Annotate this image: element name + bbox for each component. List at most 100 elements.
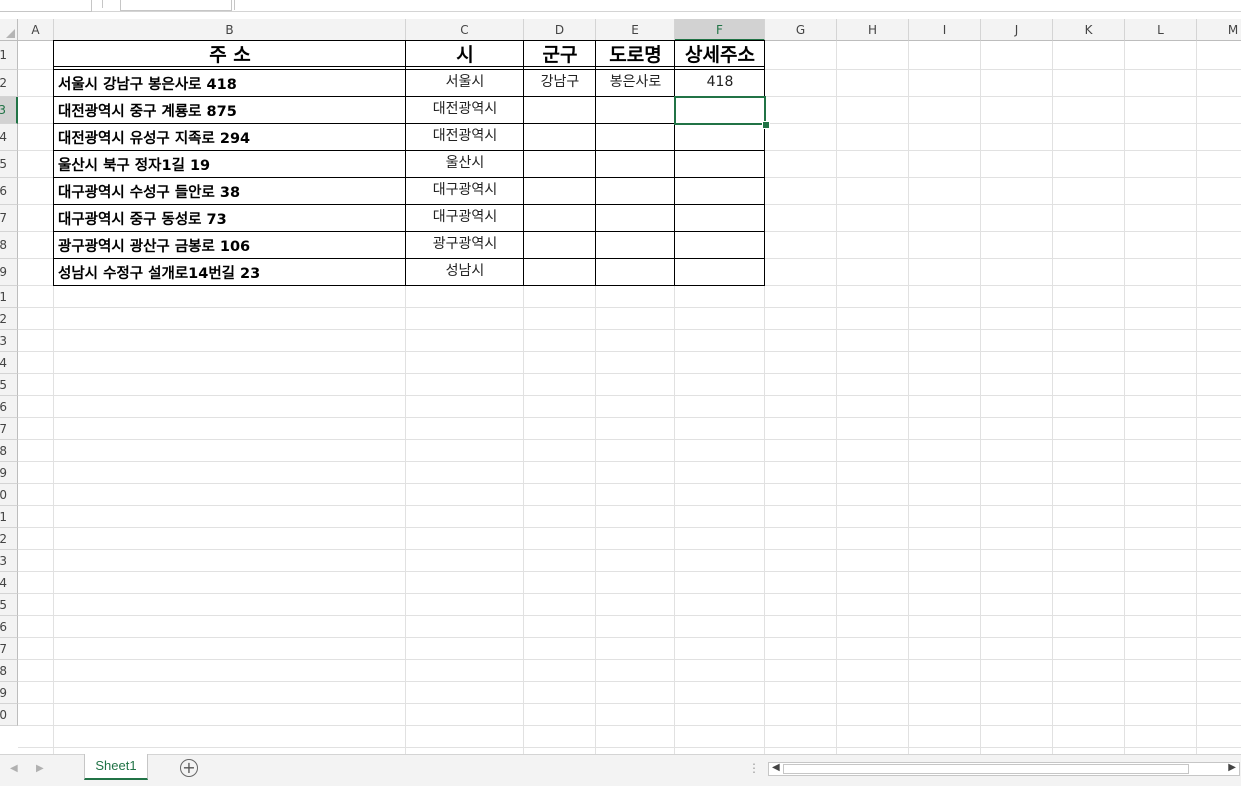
cell-road[interactable] — [596, 124, 675, 151]
sheet-tab[interactable]: Sheet1 — [84, 754, 148, 780]
row-header-2[interactable]: 2 — [0, 70, 18, 97]
cell-city[interactable]: 대구광역시 — [406, 205, 524, 232]
column-header-j[interactable]: J — [981, 19, 1053, 41]
cell-city[interactable]: 성남시 — [406, 259, 524, 286]
select-all-corner[interactable] — [0, 19, 18, 41]
row-header-1[interactable]: 1 — [0, 41, 18, 70]
row-header-28[interactable]: 28 — [0, 660, 18, 682]
scroll-right-icon[interactable]: ▶ — [1228, 762, 1236, 773]
cell-district[interactable] — [524, 124, 596, 151]
row-header-6[interactable]: 6 — [0, 178, 18, 205]
row-header-11[interactable]: 11 — [0, 286, 18, 308]
row-header-4[interactable]: 4 — [0, 124, 18, 151]
column-header-i[interactable]: I — [909, 19, 981, 41]
row-header-5[interactable]: 5 — [0, 151, 18, 178]
cell-city[interactable]: 광구광역시 — [406, 232, 524, 259]
cell-district[interactable] — [524, 205, 596, 232]
cell-road[interactable] — [596, 205, 675, 232]
formula-input[interactable] — [234, 0, 1241, 10]
row-header-25[interactable]: 25 — [0, 594, 18, 616]
next-sheet-arrow-icon[interactable]: ▶ — [36, 763, 44, 774]
row-header-22[interactable]: 22 — [0, 528, 18, 550]
cell-road[interactable]: 봉은사로 — [596, 70, 675, 97]
cell-detail[interactable] — [675, 124, 765, 151]
row-header-27[interactable]: 27 — [0, 638, 18, 660]
row-header-17[interactable]: 17 — [0, 418, 18, 440]
column-header-f[interactable]: F — [675, 19, 765, 41]
cell-detail[interactable]: 418 — [675, 70, 765, 97]
formula-buttons[interactable] — [120, 0, 232, 11]
cell-detail[interactable] — [675, 178, 765, 205]
formula-separator — [102, 0, 103, 8]
cell-road[interactable] — [596, 151, 675, 178]
cell-address[interactable]: 성남시 수정구 설개로14번길 23 — [54, 259, 406, 286]
splitter-dots-icon[interactable]: ⋮ — [748, 761, 760, 775]
column-header-d[interactable]: D — [524, 19, 596, 41]
row-header-12[interactable]: 12 — [0, 308, 18, 330]
row-header-14[interactable]: 14 — [0, 352, 18, 374]
name-box[interactable] — [0, 0, 92, 12]
sheet-bar: ◀ ▶ Sheet1 + ⋮ ◀ ▶ — [0, 754, 1241, 786]
cell-city[interactable]: 대전광역시 — [406, 124, 524, 151]
cell-address[interactable]: 대구광역시 중구 동성로 73 — [54, 205, 406, 232]
column-header-l[interactable]: L — [1125, 19, 1197, 41]
cell-address[interactable]: 대전광역시 유성구 지족로 294 — [54, 124, 406, 151]
cell-address[interactable]: 서울시 강남구 봉은사로 418 — [54, 70, 406, 97]
cell-district[interactable]: 강남구 — [524, 70, 596, 97]
cell-road[interactable] — [596, 97, 675, 124]
row-header-29[interactable]: 29 — [0, 682, 18, 704]
cell-address[interactable]: 울산시 북구 정자1길 19 — [54, 151, 406, 178]
scroll-left-icon[interactable]: ◀ — [772, 762, 780, 773]
cell-city[interactable]: 대전광역시 — [406, 97, 524, 124]
row-header-30[interactable]: 30 — [0, 704, 18, 726]
cell-district[interactable] — [524, 259, 596, 286]
cell-road[interactable] — [596, 178, 675, 205]
row-header-8[interactable]: 8 — [0, 232, 18, 259]
cell-address[interactable]: 대구광역시 수성구 들안로 38 — [54, 178, 406, 205]
cell-district[interactable] — [524, 97, 596, 124]
cell-city[interactable]: 서울시 — [406, 70, 524, 97]
column-header-h[interactable]: H — [837, 19, 909, 41]
fill-handle[interactable] — [762, 121, 770, 129]
row-header-18[interactable]: 18 — [0, 440, 18, 462]
row-header-21[interactable]: 21 — [0, 506, 18, 528]
column-header-a[interactable]: A — [18, 19, 54, 41]
cell-road[interactable] — [596, 232, 675, 259]
cell-detail[interactable] — [675, 259, 765, 286]
row-header-9[interactable]: 9 — [0, 259, 18, 286]
row-header-15[interactable]: 15 — [0, 374, 18, 396]
cell-district[interactable] — [524, 178, 596, 205]
row-header-16[interactable]: 16 — [0, 396, 18, 418]
row-header-7[interactable]: 7 — [0, 205, 18, 232]
active-cell-selection[interactable] — [674, 96, 766, 125]
cell-address[interactable]: 광구광역시 광산구 금봉로 106 — [54, 232, 406, 259]
column-header-e[interactable]: E — [596, 19, 675, 41]
cell-address[interactable]: 대전광역시 중구 계룡로 875 — [54, 97, 406, 124]
column-header-k[interactable]: K — [1053, 19, 1125, 41]
cell-city[interactable]: 대구광역시 — [406, 178, 524, 205]
row-header-24[interactable]: 24 — [0, 572, 18, 594]
row-header-20[interactable]: 20 — [0, 484, 18, 506]
plus-circle-icon[interactable]: + — [180, 759, 198, 777]
row-header-3[interactable]: 3 — [0, 97, 18, 124]
cell-detail[interactable] — [675, 205, 765, 232]
column-header-b[interactable]: B — [54, 19, 406, 41]
scrollbar-thumb[interactable] — [783, 764, 1189, 774]
cell-district[interactable] — [524, 151, 596, 178]
cell-detail[interactable] — [675, 151, 765, 178]
horizontal-scrollbar[interactable]: ◀ ▶ — [768, 762, 1240, 776]
cell-city[interactable]: 울산시 — [406, 151, 524, 178]
cell-district[interactable] — [524, 232, 596, 259]
prev-sheet-arrow-icon[interactable]: ◀ — [10, 763, 18, 774]
cell-detail[interactable] — [675, 232, 765, 259]
column-header-g[interactable]: G — [765, 19, 837, 41]
row-header-26[interactable]: 26 — [0, 616, 18, 638]
row-header-13[interactable]: 13 — [0, 330, 18, 352]
column-header-c[interactable]: C — [406, 19, 524, 41]
row-header-23[interactable]: 23 — [0, 550, 18, 572]
row-header-19[interactable]: 19 — [0, 462, 18, 484]
border-line — [53, 40, 54, 286]
column-header-m[interactable]: M — [1197, 19, 1241, 41]
spreadsheet-grid[interactable]: ABCDEFGHIJKLM 12345678910111213141516171… — [0, 19, 1241, 754]
cell-road[interactable] — [596, 259, 675, 286]
